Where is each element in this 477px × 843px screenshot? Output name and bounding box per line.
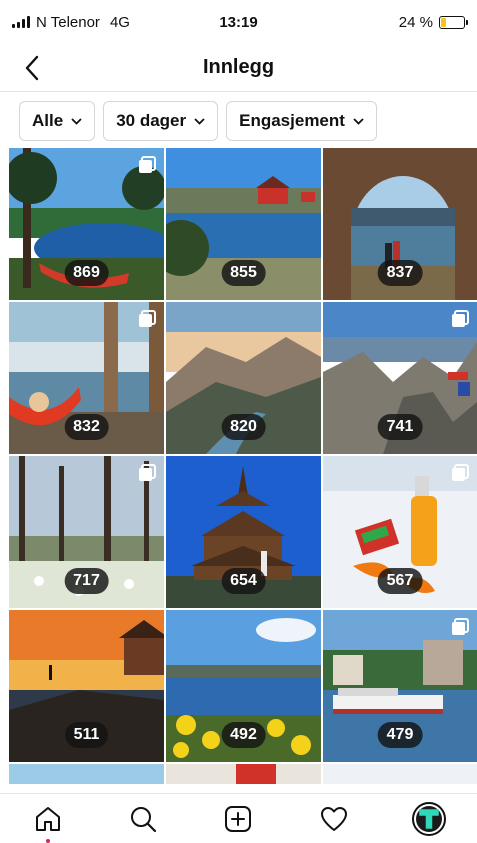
- post-tile[interactable]: [323, 764, 477, 784]
- engagement-count: 511: [64, 722, 109, 748]
- post-tile[interactable]: 567: [323, 456, 477, 608]
- post-tile[interactable]: [166, 764, 321, 784]
- post-thumbnail-partial: [323, 764, 477, 784]
- engagement-count: 820: [221, 414, 266, 440]
- notification-dot: [45, 838, 50, 843]
- engagement-count: 837: [377, 260, 423, 286]
- filter-bar: Alle 30 dager Engasjement: [0, 96, 477, 146]
- engagement-count: 717: [64, 568, 109, 594]
- posts-grid: 869 855 837 832 820 741 717 654 567 511 …: [9, 148, 477, 793]
- engagement-count: 869: [64, 260, 109, 286]
- status-time: 13:19: [219, 13, 258, 31]
- status-left: N Telenor 4G: [12, 14, 182, 31]
- search-icon: [131, 806, 157, 832]
- post-tile[interactable]: 717: [9, 456, 164, 608]
- tab-home[interactable]: [26, 797, 70, 843]
- chevron-left-icon: [25, 55, 39, 81]
- post-tile[interactable]: 855: [166, 148, 321, 300]
- multiple-images-icon: [139, 310, 156, 327]
- filter-type-dropdown[interactable]: Alle: [19, 101, 96, 141]
- filter-type-label: Alle: [32, 111, 64, 130]
- home-icon: [35, 806, 60, 831]
- filter-period-label: 30 dager: [116, 111, 187, 130]
- post-tile[interactable]: 654: [166, 456, 321, 608]
- network-type: 4G: [109, 13, 130, 31]
- filter-period-dropdown[interactable]: 30 dager: [103, 101, 219, 141]
- post-tile[interactable]: 869: [9, 148, 164, 300]
- engagement-count: 654: [221, 568, 266, 594]
- tab-new-post[interactable]: [216, 797, 260, 841]
- post-tile[interactable]: 479: [323, 610, 477, 762]
- filter-metric-label: Engasjement: [239, 111, 345, 130]
- engagement-count: 832: [64, 414, 109, 440]
- page-title: Innlegg: [202, 56, 275, 78]
- post-tile[interactable]: 837: [323, 148, 477, 300]
- filter-metric-dropdown[interactable]: Engasjement: [226, 101, 377, 141]
- engagement-count: 492: [221, 722, 266, 748]
- tab-profile[interactable]: [407, 797, 451, 841]
- post-tile[interactable]: 492: [166, 610, 321, 762]
- chevron-down-icon: [71, 117, 82, 125]
- signal-icon: [12, 16, 30, 28]
- engagement-count: 567: [377, 568, 423, 594]
- multiple-images-icon: [452, 464, 469, 481]
- battery-icon: [439, 15, 468, 29]
- post-thumbnail-partial: [166, 764, 321, 784]
- engagement-count: 741: [377, 414, 423, 440]
- tab-search[interactable]: [121, 797, 165, 841]
- heart-icon: [320, 806, 347, 831]
- multiple-images-icon: [139, 156, 156, 173]
- multiple-images-icon: [452, 310, 469, 327]
- status-bar: N Telenor 4G 13:19 24 %: [0, 0, 477, 44]
- post-tile[interactable]: 820: [166, 302, 321, 454]
- tab-activity[interactable]: [312, 797, 356, 841]
- post-tile[interactable]: 832: [9, 302, 164, 454]
- status-right: 24 %: [295, 13, 468, 31]
- multiple-images-icon: [139, 464, 156, 481]
- add-post-icon: [225, 805, 252, 832]
- engagement-count: 479: [377, 722, 423, 748]
- post-thumbnail-partial: [9, 764, 164, 784]
- chevron-down-icon: [194, 117, 205, 125]
- post-tile[interactable]: 511: [9, 610, 164, 762]
- multiple-images-icon: [452, 618, 469, 635]
- post-tile[interactable]: 741: [323, 302, 477, 454]
- avatar-logo: [416, 805, 443, 832]
- carrier-name: N Telenor: [36, 13, 100, 31]
- engagement-count: 855: [221, 260, 266, 286]
- profile-avatar: [412, 801, 447, 836]
- bottom-tab-bar: [0, 793, 477, 843]
- post-tile[interactable]: [9, 764, 164, 784]
- battery-percent: 24 %: [398, 13, 433, 31]
- back-button[interactable]: [18, 54, 46, 82]
- nav-bar: Innlegg: [0, 44, 477, 92]
- chevron-down-icon: [353, 117, 364, 125]
